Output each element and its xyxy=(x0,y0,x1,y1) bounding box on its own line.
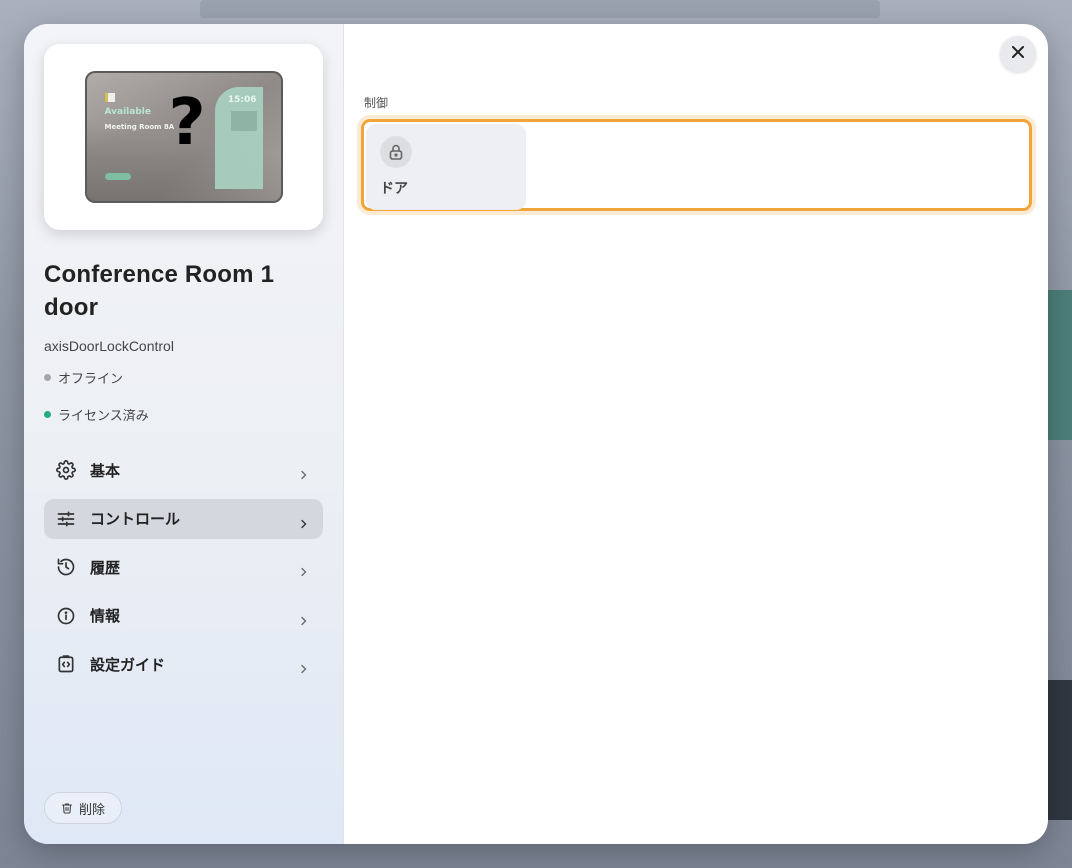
background-panel xyxy=(1044,290,1072,440)
status-offline-label: オフライン xyxy=(58,372,124,387)
delete-button-label: 削除 xyxy=(78,802,105,818)
unknown-device-question-mark: ? xyxy=(168,86,206,160)
preview-tile xyxy=(230,111,257,131)
sidebar-item-label: 情報 xyxy=(90,607,121,625)
chevron-right-icon xyxy=(299,562,309,577)
sidebar-item-history[interactable]: 履歴 xyxy=(44,547,323,587)
status-offline: オフライン xyxy=(44,368,323,387)
history-icon xyxy=(56,557,76,577)
sidebar-nav: 基本 コントロール 履歴 情報 設定ガイド xyxy=(44,450,323,684)
chevron-right-icon xyxy=(299,465,309,480)
trash-icon xyxy=(61,799,73,818)
info-icon xyxy=(56,606,76,626)
chevron-right-icon xyxy=(299,611,309,625)
sidebar-item-label: 設定ガイド xyxy=(90,655,166,674)
background-header xyxy=(200,0,880,18)
sidebar-item-setup-guide[interactable]: 設定ガイド xyxy=(44,644,323,684)
device-model: axisDoorLockControl xyxy=(44,338,174,354)
sidebar-item-label: 履歴 xyxy=(90,558,121,577)
control-group-highlight: ドア xyxy=(361,119,1032,211)
status-licensed-label: ライセンス済み xyxy=(58,409,149,424)
code-clipboard-icon xyxy=(56,654,76,674)
delete-button[interactable]: 削除 xyxy=(44,792,122,824)
main-content: 制御 ドア xyxy=(344,24,1048,844)
preview-button xyxy=(104,173,131,180)
preview-availability: Available xyxy=(104,107,151,117)
lock-icon xyxy=(380,136,412,168)
gear-icon xyxy=(56,460,76,480)
status-licensed: ライセンス済み xyxy=(44,405,323,424)
device-tablet-image: Available Meeting Room 8A 15:06 ? xyxy=(84,71,283,203)
device-preview-card: Available Meeting Room 8A 15:06 ? xyxy=(44,44,323,230)
sidebar-item-info[interactable]: 情報 xyxy=(44,596,323,636)
device-detail-modal: Available Meeting Room 8A 15:06 ? Confer… xyxy=(24,24,1048,844)
sidebar-item-controls[interactable]: コントロール xyxy=(44,498,323,539)
tablet-screen: Available Meeting Room 8A 15:06 ? xyxy=(86,73,281,201)
chevron-right-icon xyxy=(299,514,309,528)
offline-dot-icon xyxy=(44,374,51,381)
device-sidebar: Available Meeting Room 8A 15:06 ? Confer… xyxy=(24,24,344,844)
sidebar-item-basic[interactable]: 基本 xyxy=(44,450,323,490)
preview-time: 15:06 xyxy=(227,95,257,105)
door-control-tile[interactable]: ドア xyxy=(366,124,526,210)
licensed-dot-icon xyxy=(44,411,51,418)
chevron-right-icon xyxy=(299,659,309,674)
sidebar-item-label: コントロール xyxy=(90,510,181,528)
sliders-icon xyxy=(56,509,76,529)
background-panel-dark xyxy=(1044,680,1072,820)
door-control-label: ドア xyxy=(380,181,408,197)
close-button[interactable] xyxy=(1000,36,1036,72)
device-title: Conference Room 1 door xyxy=(44,261,275,321)
tablet-logo xyxy=(104,93,115,102)
close-icon xyxy=(1010,44,1026,64)
sidebar-item-label: 基本 xyxy=(90,461,121,480)
preview-room-name: Meeting Room 8A xyxy=(104,123,175,131)
section-label-control: 制御 xyxy=(364,96,389,110)
